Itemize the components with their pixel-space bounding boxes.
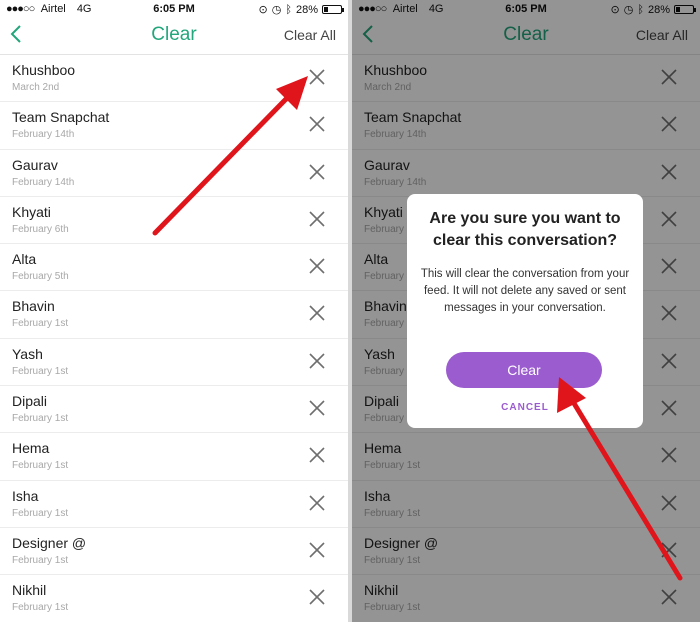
conversation-date: February 14th: [12, 176, 75, 188]
dialog-title: Are you sure you want to clear this conv…: [429, 210, 621, 249]
conversation-date: February 1st: [12, 602, 69, 614]
conversation-name: Khushboo: [12, 62, 76, 78]
conversation-row[interactable]: Isha February 1st: [0, 481, 348, 528]
conversation-date: February 1st: [12, 365, 69, 377]
conversation-row[interactable]: Team Snapchat February 14th: [0, 102, 348, 150]
conversation-date: February 14th: [12, 129, 75, 141]
conversation-name: Isha: [12, 487, 39, 504]
bluetooth-icon: ᛒ: [285, 3, 292, 16]
conversation-date: February 1st: [12, 554, 69, 566]
nav-bar: Clear Clear All: [0, 18, 348, 55]
status-bar: ●●●○○ Airtel 4G 6:05 PM ⊙ ◷ ᛒ 28%: [0, 0, 348, 18]
conversation-date: February 1st: [12, 318, 69, 330]
conversation-date: February 1st: [12, 507, 69, 519]
battery-icon: [322, 5, 344, 14]
conversation-list: Khushboo March 2nd Team Snapchat February 1…: [0, 55, 348, 622]
conversation-row[interactable]: Alta February 5th: [0, 244, 348, 292]
conversation-date: March 2nd: [12, 82, 60, 93]
conversation-date: February 1st: [12, 413, 69, 425]
conversation-name: Team Snapchat: [12, 109, 110, 126]
confirm-dialog: Are you sure you want to clear this conv…: [407, 194, 643, 428]
left-screenshot: ●●●○○ Airtel 4G 6:05 PM ⊙ ◷ ᛒ 28% Clear …: [0, 0, 348, 622]
conversation-row[interactable]: Designer @ February 1st: [0, 528, 348, 576]
conversation-name: Bhavin: [12, 298, 55, 315]
conversation-name: Gaurav: [12, 156, 58, 173]
close-icon[interactable]: [308, 257, 326, 275]
close-icon[interactable]: [308, 115, 326, 133]
close-icon[interactable]: [308, 304, 326, 322]
conversation-date: February 1st: [12, 460, 69, 472]
conversation-row[interactable]: Dipali February 1st: [0, 386, 348, 434]
status-right: ⊙ ◷ ᛒ 28%: [258, 3, 344, 16]
conversation-date: February 6th: [12, 223, 69, 235]
confirm-clear-button[interactable]: Clear: [446, 352, 602, 388]
close-icon[interactable]: [308, 446, 326, 464]
conversation-row[interactable]: Khushboo March 2nd: [0, 55, 348, 103]
right-screenshot: ●●●○○ Airtel 4G 6:05 PM ⊙ ◷ ᛒ 28% Clear …: [352, 0, 700, 622]
close-icon[interactable]: [308, 494, 326, 512]
conversation-name: Dipali: [12, 393, 48, 410]
battery-percent: 28%: [295, 3, 318, 16]
alarm-icon: ◷: [271, 4, 282, 16]
close-icon[interactable]: [308, 399, 326, 417]
conversation-name: Hema: [12, 440, 50, 457]
conversation-row[interactable]: Hema February 1st: [0, 433, 348, 481]
conversation-date: February 5th: [12, 271, 69, 283]
close-icon[interactable]: [308, 68, 326, 86]
conversation-row[interactable]: Gaurav February 14th: [0, 150, 348, 197]
close-icon[interactable]: [308, 210, 326, 228]
conversation-row[interactable]: Bhavin February 1st: [0, 291, 348, 339]
conversation-name: Khyati: [12, 203, 51, 220]
cancel-button[interactable]: CANCEL: [407, 402, 643, 413]
close-icon[interactable]: [308, 352, 326, 370]
conversation-name: Nikhil: [12, 582, 47, 599]
conversation-name: Alta: [12, 251, 37, 268]
conversation-name: Designer @: [12, 534, 87, 551]
dialog-message: This will clear the conversation from yo…: [420, 268, 630, 314]
close-icon[interactable]: [308, 541, 326, 559]
rotation-lock-icon: ⊙: [258, 4, 268, 16]
conversation-row[interactable]: Nikhil February 1st: [0, 575, 348, 622]
close-icon[interactable]: [308, 588, 326, 606]
conversation-row[interactable]: Yash February 1st: [0, 339, 348, 387]
conversation-row[interactable]: Khyati February 6th: [0, 197, 348, 245]
clear-all-button[interactable]: Clear All: [284, 27, 336, 43]
close-icon[interactable]: [308, 163, 326, 181]
conversation-name: Yash: [12, 345, 43, 362]
